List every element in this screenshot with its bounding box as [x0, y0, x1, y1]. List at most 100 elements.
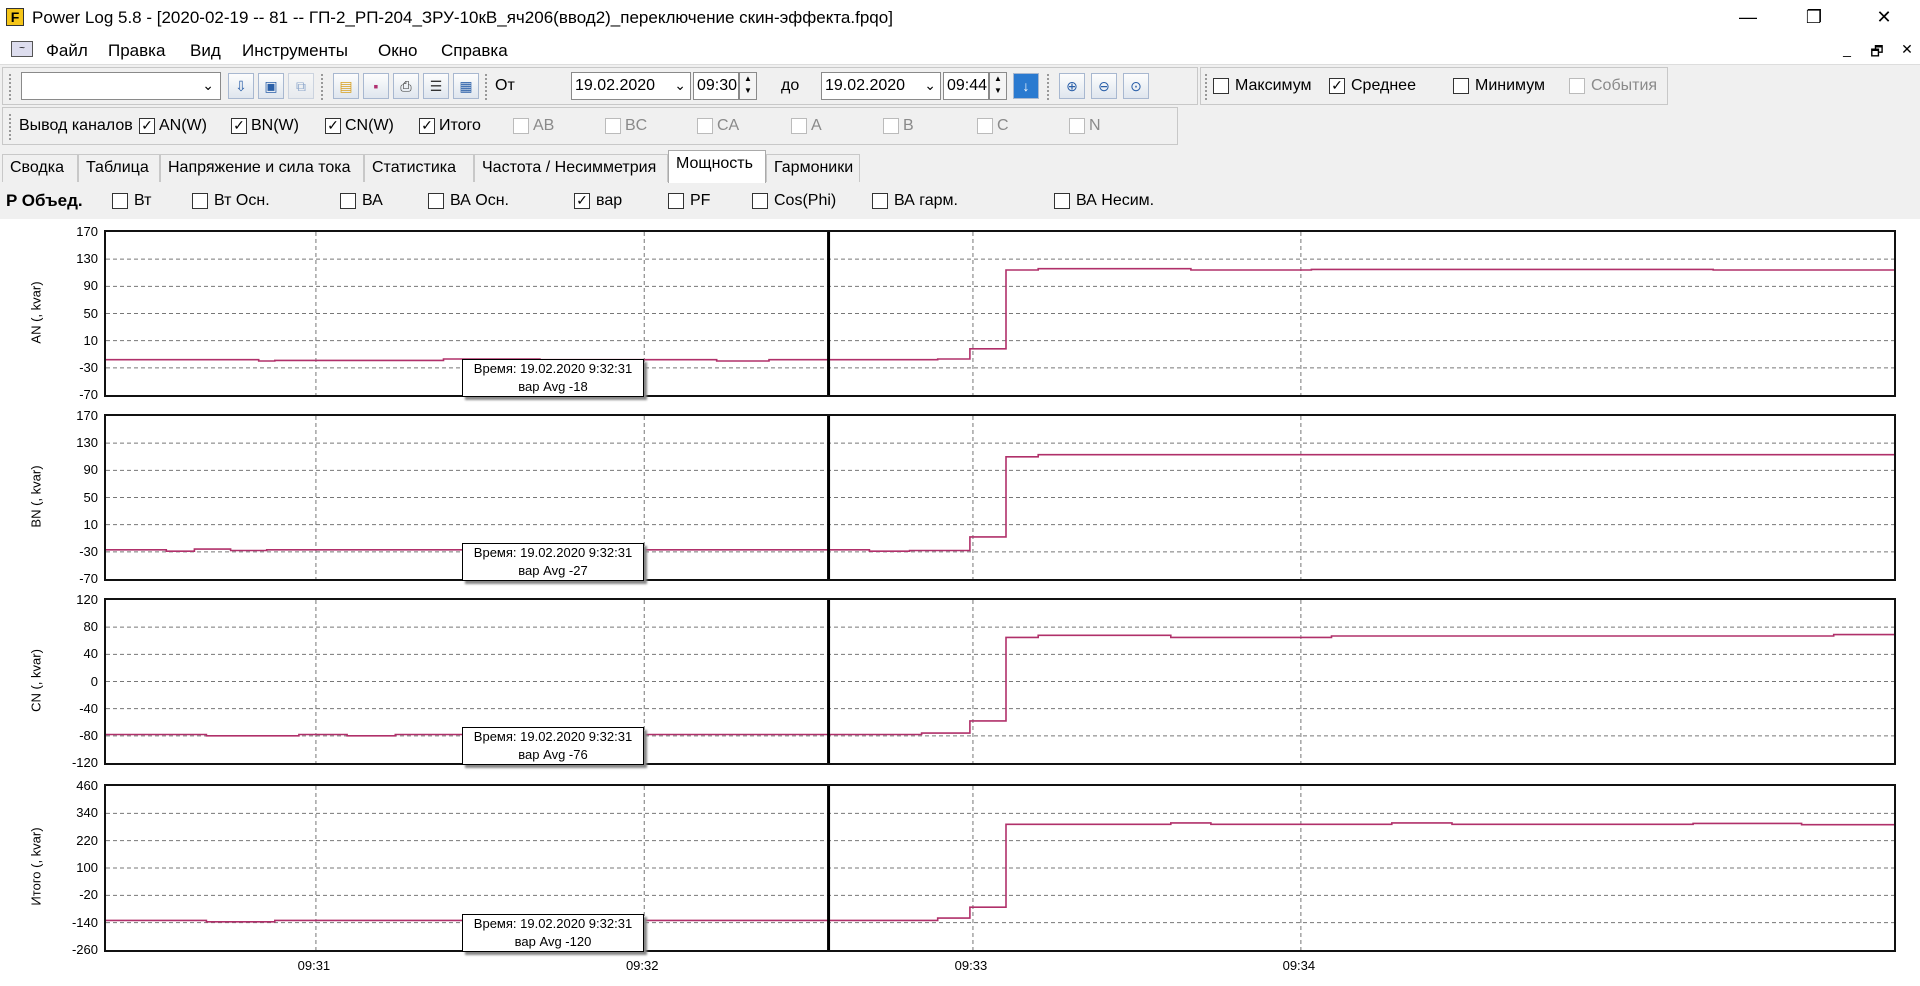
open-folder-icon[interactable]: ▤ — [333, 73, 359, 99]
power-option-checkbox-4[interactable]: ✓ — [574, 193, 590, 209]
close-button[interactable]: ✕ — [1856, 0, 1912, 34]
channel-label-1: BN(W) — [251, 117, 299, 134]
title-bar: F Power Log 5.8 - [2020-02-19 -- 81 -- Г… — [0, 0, 1920, 36]
y-axis-label: Итого (, kvar) — [28, 827, 44, 906]
channel-label-6: CA — [717, 117, 740, 134]
y-tick-label: 10 — [83, 516, 98, 532]
stat-option-checkbox-1[interactable]: ✓ — [1329, 78, 1345, 94]
toolbar-grip[interactable] — [9, 74, 15, 100]
power-option-checkbox-8[interactable] — [1054, 193, 1070, 209]
power-option-checkbox-3[interactable] — [428, 193, 444, 209]
stat-option-checkbox-0[interactable] — [1213, 78, 1229, 94]
download-icon[interactable]: ⇩ — [228, 73, 254, 99]
power-option-checkbox-7[interactable] — [872, 193, 888, 209]
tab-4[interactable]: Частота / Несимметрия — [474, 154, 668, 182]
to-time-input[interactable]: 09:44 — [943, 72, 989, 100]
tooltip-value: вар Avg -27 — [518, 563, 588, 578]
channel-checkbox-10 — [1069, 118, 1085, 134]
channel-checkbox-3[interactable]: ✓ — [419, 118, 435, 134]
export-icon[interactable]: ▦ — [453, 73, 479, 99]
y-tick-label: 100 — [76, 860, 98, 875]
chart-plot-1[interactable] — [104, 414, 1896, 581]
chart-plot-2[interactable] — [104, 598, 1896, 765]
zoom-in-icon[interactable]: ⊕ — [1059, 73, 1085, 99]
mdi-restore-button[interactable]: 🗗 — [1866, 41, 1888, 65]
menu-item-5[interactable]: Справка — [441, 41, 508, 61]
y-tick-label: 40 — [83, 646, 98, 662]
apply-range-icon[interactable]: ↓ — [1013, 73, 1039, 99]
document-icon[interactable]: ~ — [11, 41, 33, 57]
channel-label-9: C — [997, 117, 1009, 134]
value-tooltip: Время: 19.02.2020 9:32:31 вар Avg -27 — [462, 543, 644, 581]
print-icon[interactable]: ⎙ — [393, 73, 419, 99]
from-date-input[interactable]: 19.02.2020 ⌄ — [571, 72, 691, 100]
power-option-label-6: Cos(Phi) — [774, 192, 837, 209]
to-time-spinner[interactable]: ▲ ▼ — [989, 72, 1007, 100]
mdi-close-button[interactable]: ✕ — [1896, 41, 1918, 58]
channel-checkbox-2[interactable]: ✓ — [325, 118, 341, 134]
y-tick-label: 340 — [76, 805, 98, 821]
power-option-label-0: Вт — [134, 192, 152, 209]
menu-item-0[interactable]: Файл — [46, 41, 88, 61]
channel-label-10: N — [1089, 117, 1101, 134]
chevron-down-icon[interactable]: ⌄ — [674, 72, 686, 98]
from-time-spinner[interactable]: ▲ ▼ — [739, 72, 757, 100]
toolbar-grip[interactable] — [9, 114, 15, 140]
minimize-button[interactable]: — — [1720, 0, 1776, 34]
chevron-down-icon[interactable]: ⌄ — [924, 72, 936, 98]
stat-option-checkbox-2[interactable] — [1453, 78, 1469, 94]
tab-0[interactable]: Сводка — [2, 154, 78, 182]
mdi-minimize-button[interactable]: _ — [1836, 41, 1858, 57]
report-icon[interactable]: ☰ — [423, 73, 449, 99]
power-option-label-4: вар — [596, 192, 623, 209]
power-option-checkbox-5[interactable] — [668, 193, 684, 209]
y-tick-label: -260 — [71, 942, 98, 957]
maximize-button[interactable]: ❐ — [1786, 0, 1842, 34]
device-select[interactable]: ⌄ — [21, 72, 221, 100]
channel-label-3: Итого — [439, 117, 481, 134]
y-tick-label: 90 — [83, 462, 98, 478]
menu-item-4[interactable]: Окно — [378, 41, 418, 61]
tab-5[interactable]: Мощность — [668, 150, 766, 184]
menu-item-2[interactable]: Вид — [190, 41, 221, 61]
tab-3[interactable]: Статистика — [364, 154, 474, 182]
zoom-reset-icon[interactable]: ⊙ — [1123, 73, 1149, 99]
app-icon: F — [6, 8, 24, 26]
tab-1[interactable]: Таблица — [78, 154, 160, 182]
channel-checkbox-0[interactable]: ✓ — [139, 118, 155, 134]
copy-icon[interactable]: ⧉ — [288, 73, 314, 99]
from-time-input[interactable]: 09:30 — [693, 72, 739, 100]
channel-label-5: BC — [625, 117, 648, 134]
chart-plot-3[interactable] — [104, 784, 1896, 952]
chart-plot-0[interactable] — [104, 230, 1896, 397]
power-option-checkbox-6[interactable] — [752, 193, 768, 209]
to-label: до — [781, 77, 800, 94]
tab-2[interactable]: Напряжение и сила тока — [160, 154, 364, 182]
to-date-input[interactable]: 19.02.2020 ⌄ — [821, 72, 941, 100]
stats-options-toolbar: Максимум ✓ Среднее Минимум События — [1200, 67, 1668, 105]
channel-label-0: AN(W) — [159, 117, 207, 134]
power-option-checkbox-1[interactable] — [192, 193, 208, 209]
channel-checkbox-6 — [697, 118, 713, 134]
channel-label-4: AB — [533, 117, 555, 134]
save-icon[interactable]: ▪ — [363, 73, 389, 99]
x-tick-label: 09:32 — [625, 958, 659, 973]
value-tooltip: Время: 19.02.2020 9:32:31 вар Avg -120 — [462, 914, 644, 952]
toolbar-grip[interactable] — [1205, 74, 1211, 100]
x-tick-label: 09:31 — [297, 958, 331, 973]
tab-6[interactable]: Гармоники — [766, 154, 860, 182]
device-icon[interactable]: ▣ — [258, 73, 284, 99]
menu-item-1[interactable]: Правка — [108, 41, 165, 61]
channel-checkbox-8 — [883, 118, 899, 134]
power-option-checkbox-2[interactable] — [340, 193, 356, 209]
channel-checkbox-1[interactable]: ✓ — [231, 118, 247, 134]
y-tick-label: 90 — [83, 278, 98, 294]
chart-svg-3 — [106, 786, 1894, 950]
to-date-value: 19.02.2020 — [825, 77, 906, 94]
y-tick-label: 0 — [90, 673, 98, 689]
channel-label-8: B — [903, 117, 914, 134]
power-option-checkbox-0[interactable] — [112, 193, 128, 209]
menu-item-3[interactable]: Инструменты — [242, 41, 348, 61]
stat-option-checkbox-3 — [1569, 78, 1585, 94]
zoom-out-icon[interactable]: ⊖ — [1091, 73, 1117, 99]
